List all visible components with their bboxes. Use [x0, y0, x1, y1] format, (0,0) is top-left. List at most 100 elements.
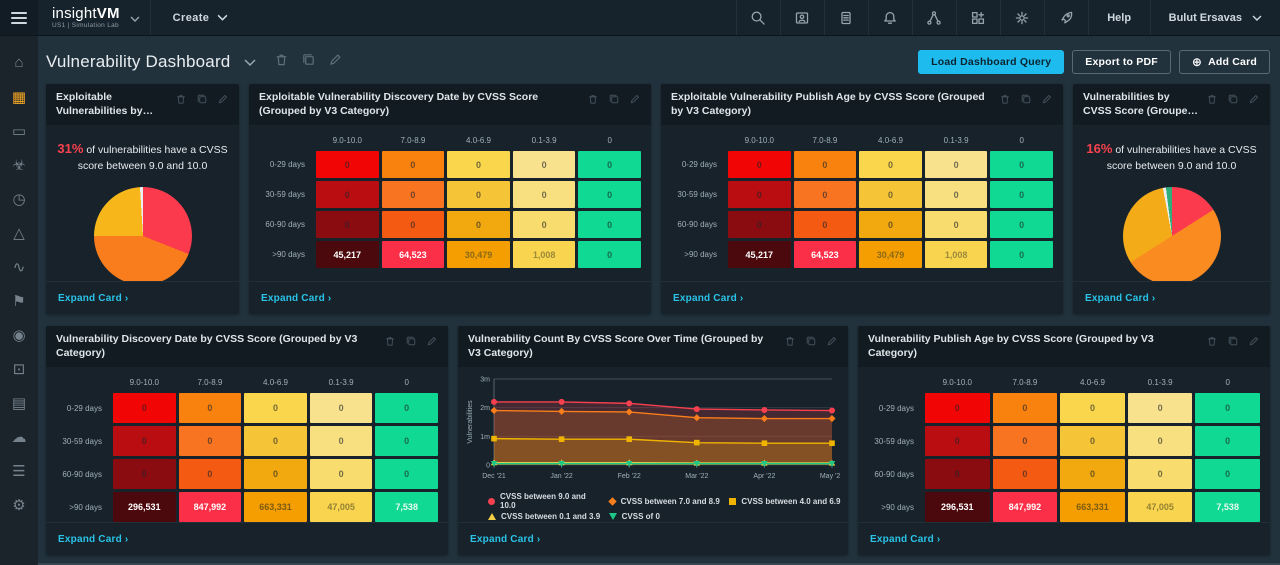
sidebar-item-home[interactable]: ⌂	[0, 46, 38, 79]
heatmap-cell[interactable]: 0	[793, 211, 857, 239]
duplicate-icon[interactable]	[608, 92, 620, 110]
expand-card-link[interactable]: Expand Card ›	[870, 534, 940, 545]
heatmap-cell[interactable]: 0	[244, 426, 307, 457]
duplicate-icon[interactable]	[301, 52, 316, 72]
edit-icon[interactable]	[1248, 92, 1260, 110]
heatmap-cell[interactable]: 0	[244, 393, 307, 424]
heatmap-cell[interactable]: 0	[924, 181, 988, 209]
pie-chart[interactable]	[93, 186, 192, 281]
duplicate-icon[interactable]	[1020, 92, 1032, 110]
heatmap-cell[interactable]: 30,479	[859, 241, 922, 269]
heatmap-cell[interactable]: 0	[728, 181, 791, 209]
sidebar-item-risk[interactable]: △	[0, 216, 38, 249]
line-chart[interactable]: 0 1m 2m 3m Dec '21 Jan '22 Feb '22 Mar '22 Apr '…	[464, 369, 844, 487]
duplicate-icon[interactable]	[1227, 334, 1239, 352]
heatmap-cell[interactable]: 64,523	[381, 241, 445, 269]
sidebar-item-dashboard[interactable]: ▦	[0, 80, 38, 113]
heatmap-cell[interactable]: 0	[1127, 426, 1193, 457]
heatmap-cell[interactable]: 30,479	[447, 241, 510, 269]
heatmap-cell[interactable]: 0	[178, 393, 242, 424]
heatmap-cell[interactable]: 0	[1127, 459, 1193, 490]
heatmap-cell[interactable]: 0	[381, 211, 445, 239]
edit-icon[interactable]	[426, 334, 438, 352]
legend-item[interactable]: CVSS between 0.1 and 3.9	[488, 512, 603, 521]
heatmap-cell[interactable]: 296,531	[925, 492, 990, 522]
heatmap-cell[interactable]: 0	[793, 181, 857, 209]
heatmap-cell[interactable]: 0	[990, 211, 1053, 239]
heatmap-cell[interactable]: 0	[578, 211, 641, 239]
heatmap-cell[interactable]: 0	[990, 241, 1053, 269]
heatmap-cell[interactable]: 0	[1127, 393, 1193, 424]
scan-badge-button[interactable]	[779, 0, 824, 35]
expand-card-link[interactable]: Expand Card ›	[470, 534, 540, 545]
heatmap-cell[interactable]: 0	[178, 426, 242, 457]
heatmap-cell[interactable]: 0	[990, 181, 1053, 209]
hamburger-menu-button[interactable]	[0, 0, 38, 35]
heatmap-cell[interactable]: 663,331	[244, 492, 307, 522]
sidebar-item-scans[interactable]: ◷	[0, 182, 38, 215]
heatmap-cell[interactable]: 296,531	[113, 492, 176, 522]
grid-add-button[interactable]	[955, 0, 1000, 35]
heatmap-cell[interactable]: 0	[113, 393, 176, 424]
heatmap-cell[interactable]: 0	[447, 211, 510, 239]
edit-icon[interactable]	[217, 92, 229, 110]
legend-item[interactable]: CVSS between 9.0 and 10.0	[488, 492, 603, 510]
heatmap-cell[interactable]: 45,217	[316, 241, 379, 269]
pie-chart[interactable]	[1122, 186, 1221, 281]
heatmap-cell[interactable]: 0	[924, 151, 988, 179]
heatmap-cell[interactable]: 0	[859, 151, 922, 179]
heatmap-cell[interactable]: 0	[1060, 459, 1125, 490]
gear-button[interactable]	[999, 0, 1044, 35]
legend-item[interactable]: CVSS of 0	[608, 512, 724, 521]
heatmap-cell[interactable]: 0	[178, 459, 242, 490]
heatmap-cell[interactable]: 0	[924, 211, 988, 239]
heatmap-cell[interactable]: 0	[925, 459, 990, 490]
heatmap-cell[interactable]: 0	[925, 393, 990, 424]
heatmap-cell[interactable]: 0	[990, 151, 1053, 179]
dashboard-selector-chevron-icon[interactable]	[244, 54, 256, 72]
heatmap-cell[interactable]: 7,538	[1195, 492, 1260, 522]
heatmap-cell[interactable]: 0	[512, 181, 576, 209]
brand-logo[interactable]: insightVM US1 | Simulation Lab	[38, 0, 151, 35]
heatmap-cell[interactable]: 0	[793, 151, 857, 179]
heatmap-cell[interactable]: 0	[381, 151, 445, 179]
delete-icon[interactable]	[999, 92, 1011, 110]
heatmap-cell[interactable]: 0	[1195, 459, 1260, 490]
legend-item[interactable]: CVSS between 4.0 and 6.9	[729, 492, 844, 510]
heatmap-cell[interactable]: 0	[375, 459, 438, 490]
heatmap-cell[interactable]: 1,008	[924, 241, 988, 269]
delete-icon[interactable]	[1206, 92, 1218, 110]
sidebar-item-reports[interactable]: ⊡	[0, 352, 38, 385]
heatmap-cell[interactable]: 47,005	[309, 492, 373, 522]
heatmap-cell[interactable]: 0	[316, 211, 379, 239]
heatmap-cell[interactable]: 0	[316, 181, 379, 209]
heatmap-cell[interactable]: 0	[728, 211, 791, 239]
sidebar-item-cloud[interactable]: ☁	[0, 420, 38, 453]
sidebar-item-compliance[interactable]: ◉	[0, 318, 38, 351]
heatmap-cell[interactable]: 0	[316, 151, 379, 179]
heatmap-cell[interactable]: 0	[375, 393, 438, 424]
heatmap-cell[interactable]: 64,523	[793, 241, 857, 269]
expand-card-link[interactable]: Expand Card ›	[58, 534, 128, 545]
edit-icon[interactable]	[826, 334, 838, 352]
heatmap-cell[interactable]: 663,331	[1060, 492, 1125, 522]
duplicate-icon[interactable]	[805, 334, 817, 352]
heatmap-cell[interactable]: 0	[728, 151, 791, 179]
heatmap-cell[interactable]: 0	[859, 211, 922, 239]
chevron-down-icon[interactable]	[130, 9, 140, 27]
add-card-button[interactable]: ⊕ Add Card	[1178, 50, 1270, 74]
heatmap-cell[interactable]: 0	[578, 241, 641, 269]
heatmap-cell[interactable]: 0	[309, 426, 373, 457]
clipboard-button[interactable]	[823, 0, 868, 35]
expand-card-link[interactable]: Expand Card ›	[1085, 293, 1155, 304]
delete-icon[interactable]	[384, 334, 396, 352]
heatmap-cell[interactable]: 0	[1195, 426, 1260, 457]
heatmap-cell[interactable]: 0	[992, 459, 1058, 490]
heatmap-cell[interactable]: 0	[859, 181, 922, 209]
heatmap-cell[interactable]: 1,008	[512, 241, 576, 269]
duplicate-icon[interactable]	[196, 92, 208, 110]
site-tree-button[interactable]	[911, 0, 956, 35]
edit-icon[interactable]	[629, 92, 641, 110]
heatmap-cell[interactable]: 0	[309, 393, 373, 424]
delete-icon[interactable]	[175, 92, 187, 110]
